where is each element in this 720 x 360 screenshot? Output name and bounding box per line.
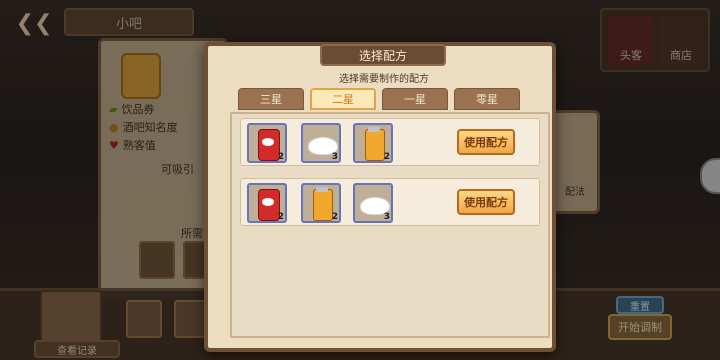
dialog-title: 选择配方 [320,44,446,66]
orange-juice-slot: 2 [353,123,393,163]
orange-juice-slot: 2 [301,183,341,223]
sugar-powder-slot: 3 [301,123,341,163]
ingredient-qty: 3 [383,212,390,222]
orange-juice-icon [313,187,333,221]
orange-juice-icon [365,127,385,161]
select-recipe-dialog: 选择配方 选择需要制作的配方 三星 二星 一星 零星 2 3 2 使用配方 2 … [204,42,556,352]
ingredient-qty: 2 [277,152,284,162]
ingredient-qty: 3 [331,152,338,162]
recipe-row: 2 3 2 使用配方 [240,118,540,166]
ingredient-qty: 2 [383,152,390,162]
soda-can-slot: 2 [247,183,287,223]
dialog-subtitle: 选择需要制作的配方 [339,73,429,85]
tab-three-star[interactable]: 三星 [238,88,304,110]
tab-two-star[interactable]: 二星 [310,88,376,110]
soda-can-icon [258,189,280,221]
recipe-list[interactable]: 2 3 2 使用配方 2 2 3 使用配方 [230,112,550,338]
soda-can-slot: 2 [247,123,287,163]
tab-zero-star[interactable]: 零星 [454,88,520,110]
sugar-powder-slot: 3 [353,183,393,223]
ingredient-qty: 2 [277,212,284,222]
use-recipe-button[interactable]: 使用配方 [457,129,515,155]
soda-can-icon [258,129,280,161]
use-recipe-button[interactable]: 使用配方 [457,189,515,215]
recipe-row: 2 2 3 使用配方 [240,178,540,226]
ingredient-qty: 2 [331,212,338,222]
tab-one-star[interactable]: 一星 [382,88,448,110]
